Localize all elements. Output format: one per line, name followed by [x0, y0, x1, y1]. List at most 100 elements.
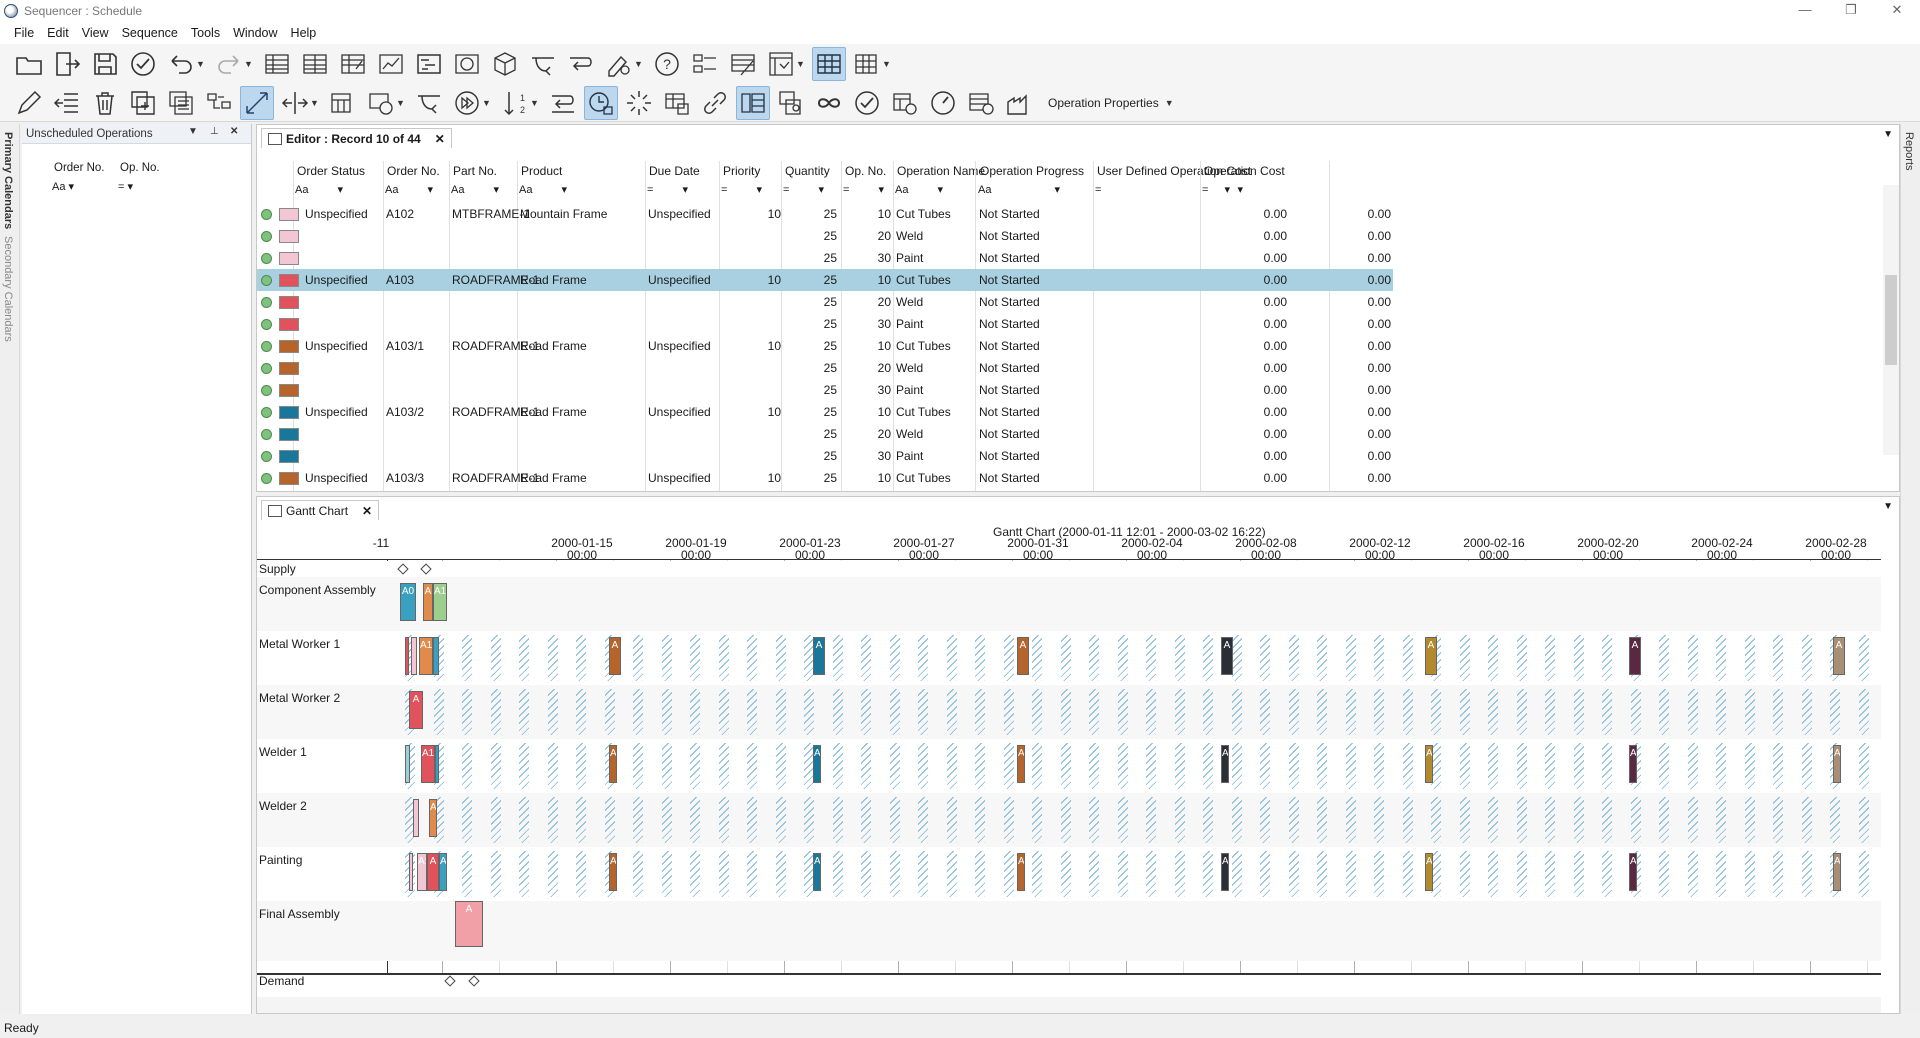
cell-progress[interactable]: Not Started [979, 313, 1040, 335]
layout-dropdown-icon[interactable]: ▼ [796, 59, 808, 69]
building-icon[interactable] [1002, 86, 1036, 120]
cell-progress[interactable]: Not Started [979, 247, 1040, 269]
cell-qty[interactable]: 25 [777, 335, 837, 357]
col-order-status[interactable]: Order Status [297, 161, 365, 181]
cell-opname[interactable]: Paint [896, 247, 923, 269]
table-row[interactable]: 25 20 Weld Not Started 0.00 0.00 [257, 423, 1393, 445]
cell-udcost[interactable]: 0.00 [1227, 379, 1287, 401]
col-product-filter[interactable]: Aa ▾ [519, 181, 567, 199]
cell-order[interactable]: A103 [386, 269, 414, 291]
cell-op[interactable]: 10 [831, 335, 891, 357]
cell-status[interactable]: Unspecified [305, 335, 368, 357]
cell-op[interactable]: 30 [831, 247, 891, 269]
cell-udcost[interactable]: 0.00 [1227, 401, 1287, 423]
resize-arrows-icon[interactable] [240, 85, 274, 120]
cell-cost[interactable]: 0.00 [1331, 423, 1391, 445]
gantt-tab[interactable]: Gantt Chart ✕ [261, 500, 380, 520]
operation-bar[interactable]: A [455, 901, 483, 947]
col-operation-progress-filter[interactable]: Aa ▾ [978, 181, 1060, 199]
cell-progress[interactable]: Not Started [979, 225, 1040, 247]
move-dropdown-icon[interactable]: ▼ [310, 98, 322, 108]
cell-udcost[interactable]: 0.00 [1227, 357, 1287, 379]
cell-progress[interactable]: Not Started [979, 291, 1040, 313]
col-op-no[interactable]: Op. No. [845, 161, 886, 181]
delete-icon[interactable] [88, 86, 122, 120]
sequence-backward-icon[interactable] [564, 47, 598, 81]
cell-cost[interactable]: 0.00 [1331, 401, 1391, 423]
cell-cost[interactable]: 0.00 [1331, 445, 1391, 467]
cell-progress[interactable]: Not Started [979, 379, 1040, 401]
cell-progress[interactable]: Not Started [979, 401, 1040, 423]
cell-qty[interactable]: 25 [777, 247, 837, 269]
operation-bar[interactable]: A1 [419, 637, 433, 675]
table-view-icon[interactable] [260, 47, 294, 81]
time-lock-icon[interactable] [584, 85, 618, 120]
cell-product[interactable]: Road Frame [520, 401, 587, 423]
editor-tab-close-icon[interactable]: ✕ [435, 132, 445, 146]
fast-forward-dropdown-icon[interactable]: ▼ [482, 98, 494, 108]
table-row[interactable]: Unspecified A103 ROADFRAME-1 Road Frame Unsp… [257, 269, 1393, 291]
cell-qty[interactable]: 25 [777, 401, 837, 423]
schedule-clock-icon[interactable] [364, 86, 398, 120]
table-split-icon[interactable] [660, 86, 694, 120]
cell-product[interactable]: Road Frame [520, 467, 587, 489]
editor-vertical-scrollbar[interactable] [1883, 185, 1899, 455]
operation-bar[interactable] [435, 745, 439, 783]
editor-tab[interactable]: Editor : Record 10 of 44 ✕ [261, 128, 452, 148]
filter-dropdown-icon[interactable]: ▾ [1051, 184, 1061, 196]
report-help-icon[interactable] [964, 86, 998, 120]
filter-dropdown-icon[interactable]: ▾ [1234, 184, 1243, 196]
operation-bar[interactable]: A [1425, 853, 1433, 891]
operation-bar[interactable]: A [427, 853, 439, 891]
operation-bar[interactable]: A1 [417, 853, 427, 891]
col-order-no[interactable]: Order No. [387, 161, 440, 181]
cell-udcost[interactable]: 0.00 [1227, 313, 1287, 335]
operation-bar[interactable] [413, 799, 419, 837]
tab-reports[interactable]: Reports [1903, 132, 1915, 171]
cell-due[interactable]: Unspecified [648, 269, 711, 291]
cell-progress[interactable]: Not Started [979, 467, 1040, 489]
cell-opname[interactable]: Weld [896, 225, 923, 247]
operation-bar[interactable] [411, 637, 417, 675]
clear-schedule-icon[interactable] [602, 47, 636, 81]
cell-op[interactable]: 30 [831, 445, 891, 467]
col-operation-name-filter[interactable]: Aa ▾ [895, 181, 943, 199]
cell-order[interactable]: A103/2 [386, 401, 424, 423]
cell-progress[interactable]: Not Started [979, 423, 1040, 445]
operation-bar[interactable]: A [1221, 853, 1229, 891]
cell-udcost[interactable]: 0.00 [1227, 269, 1287, 291]
tab-secondary-calendars[interactable]: Secondary Calendars [2, 236, 14, 342]
minimize-button[interactable]: — [1782, 0, 1828, 22]
cell-cost[interactable]: 0.00 [1331, 203, 1391, 225]
operation-bar[interactable]: A [1017, 745, 1025, 783]
editor-panel-dropdown-icon[interactable]: ▼ [1883, 129, 1893, 140]
cell-part[interactable]: MTBFRAME-1 [452, 203, 530, 225]
cell-qty[interactable]: 25 [777, 291, 837, 313]
burst-icon[interactable] [622, 86, 656, 120]
cell-opname[interactable]: Paint [896, 445, 923, 467]
table-row[interactable]: Unspecified A103/3 ROADFRAME-1 Road Frame Un… [257, 467, 1393, 489]
layout-icon[interactable] [764, 47, 798, 81]
cell-qty[interactable]: 25 [777, 269, 837, 291]
duplicate-icon[interactable] [126, 86, 160, 120]
filter-dropdown-icon[interactable]: ▾ [424, 184, 434, 196]
col-due-date-filter[interactable]: = ▾ [647, 181, 688, 199]
cell-opname[interactable]: Weld [896, 291, 923, 313]
fast-forward-icon[interactable] [450, 86, 484, 120]
reschedule-icon[interactable] [546, 86, 580, 120]
cell-qty[interactable]: 25 [777, 467, 837, 489]
open-folder-icon[interactable] [12, 47, 46, 81]
col-order-no-filter[interactable]: Aa ▾ [385, 181, 433, 199]
properties-table-icon[interactable] [736, 85, 770, 120]
cell-qty[interactable]: 25 [777, 313, 837, 335]
cell-opname[interactable]: Weld [896, 423, 923, 445]
cell-status[interactable]: Unspecified [305, 203, 368, 225]
grid-options-icon[interactable] [850, 47, 884, 81]
table-edit-icon[interactable] [336, 47, 370, 81]
cell-udcost[interactable]: 0.00 [1227, 291, 1287, 313]
table-row[interactable]: 25 20 Weld Not Started 0.00 0.00 [257, 225, 1393, 247]
forward-schedule-icon[interactable] [412, 86, 446, 120]
split-icon[interactable] [202, 86, 236, 120]
table-row[interactable]: 25 30 Paint Not Started 0.00 0.00 [257, 445, 1393, 467]
cell-opname[interactable]: Cut Tubes [896, 401, 951, 423]
